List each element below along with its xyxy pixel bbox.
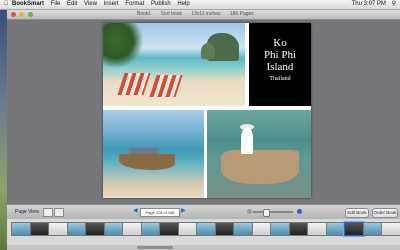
title-book: Book1 xyxy=(137,11,152,17)
page-thumbnail[interactable] xyxy=(288,222,309,236)
menu-list: BookSmart File Edit View Insert Format P… xyxy=(12,0,195,9)
page-thumbnail[interactable] xyxy=(103,222,124,236)
order-book-button[interactable]: Order Book xyxy=(372,208,398,218)
title-line: Ko xyxy=(273,37,287,49)
page-thumbnail[interactable] xyxy=(177,222,198,236)
zoom-button[interactable] xyxy=(27,12,33,17)
spotlight-icon[interactable]: ⚲ xyxy=(392,1,396,7)
window-title: Book1 Sort book 13x11 inches 186 Pages xyxy=(137,10,262,19)
title-text-box[interactable]: Ko Phi Phi Island Thailand xyxy=(249,23,311,106)
longtail-boat-photo[interactable] xyxy=(103,110,204,198)
page-thumbnail[interactable] xyxy=(307,222,327,236)
zoom-in-icon[interactable] xyxy=(297,209,302,214)
page-thumbnail[interactable] xyxy=(85,222,105,236)
page-navigator: ◀ Page 118 of 186 ▶ xyxy=(133,208,186,217)
beach-photo[interactable] xyxy=(103,23,245,106)
edit-book-button[interactable]: Edit Book xyxy=(345,208,369,218)
subtitle: Thailand xyxy=(269,76,291,82)
thumbnail-strip xyxy=(7,219,400,245)
zoom-out-icon[interactable] xyxy=(247,209,252,214)
menu-format[interactable]: Format xyxy=(125,1,144,7)
page-thumbnail[interactable] xyxy=(344,222,364,236)
title-sort: Sort book xyxy=(160,11,182,17)
boat-hull xyxy=(221,150,299,184)
menu-help[interactable]: Help xyxy=(177,1,189,7)
close-button[interactable] xyxy=(11,12,16,17)
thumbnail-scrollbar[interactable] xyxy=(7,245,400,250)
page-thumbnail[interactable] xyxy=(251,222,272,236)
scrollbar-knob[interactable] xyxy=(137,246,173,249)
spread-view-button[interactable] xyxy=(54,208,64,217)
person-shape xyxy=(241,128,253,154)
single-page-view-button[interactable] xyxy=(43,208,53,217)
page-thumbnail[interactable] xyxy=(214,222,235,236)
previous-page-icon[interactable]: ◀ xyxy=(133,208,138,215)
page-thumbnail[interactable] xyxy=(362,222,383,236)
zoom-knob[interactable] xyxy=(263,209,270,217)
window-titlebar[interactable]: Book1 Sort book 13x11 inches 186 Pages xyxy=(7,10,400,20)
minimize-button[interactable] xyxy=(19,12,25,17)
page-thumbnail[interactable] xyxy=(122,222,142,236)
clock[interactable]: Thu 3:07 PM xyxy=(352,1,386,7)
palm-shape xyxy=(103,23,145,67)
zoom-track[interactable] xyxy=(253,211,293,213)
page-thumbnail[interactable] xyxy=(270,222,290,236)
desktop-edge xyxy=(0,10,7,250)
boat-hull xyxy=(119,154,175,170)
book-page[interactable]: Ko Phi Phi Island Thailand xyxy=(103,23,311,198)
menu-insert[interactable]: Insert xyxy=(104,1,119,7)
page-number-field[interactable]: Page 118 of 186 xyxy=(140,208,180,217)
page-thumbnail[interactable] xyxy=(381,222,400,236)
page-thumbnail[interactable] xyxy=(29,222,50,236)
page-thumbnail[interactable] xyxy=(66,222,87,236)
page-thumbnail[interactable] xyxy=(233,222,253,236)
page-thumbnail[interactable] xyxy=(325,222,346,236)
beach-chair xyxy=(117,73,151,95)
page-thumbnail[interactable] xyxy=(48,222,68,236)
zoom-slider[interactable] xyxy=(247,209,303,217)
title-size: 13x11 inches xyxy=(191,11,221,17)
menu-bar:  BookSmart File Edit View Insert Format… xyxy=(0,0,400,10)
menu-edit[interactable]: Edit xyxy=(67,1,77,7)
menu-publish[interactable]: Publish xyxy=(151,1,171,7)
title-line: Phi Phi xyxy=(263,49,297,61)
menu-view[interactable]: View xyxy=(84,1,97,7)
cliff-shape xyxy=(201,43,215,59)
menu-file[interactable]: File xyxy=(51,1,61,7)
boatman-photo[interactable] xyxy=(207,110,311,198)
page-thumbnail[interactable] xyxy=(159,222,179,236)
page-thumbnail[interactable] xyxy=(140,222,161,236)
page-canvas: Ko Phi Phi Island Thailand xyxy=(7,20,400,204)
beach-chair xyxy=(149,75,183,97)
menu-app[interactable]: BookSmart xyxy=(12,1,44,7)
title-line: Island xyxy=(266,61,294,73)
next-page-icon[interactable]: ▶ xyxy=(181,208,186,215)
page-thumbnail[interactable] xyxy=(11,222,31,236)
title-pages: 186 Pages xyxy=(229,11,254,17)
page-view-label: Page View xyxy=(15,209,39,215)
page-thumbnail[interactable] xyxy=(196,222,216,236)
menu-status: Thu 3:07 PM ⚲ xyxy=(348,0,396,9)
page-toolbar: Page View ◀ Page 118 of 186 ▶ Edit Book … xyxy=(7,204,400,220)
apple-menu-icon[interactable]:  xyxy=(4,0,9,9)
